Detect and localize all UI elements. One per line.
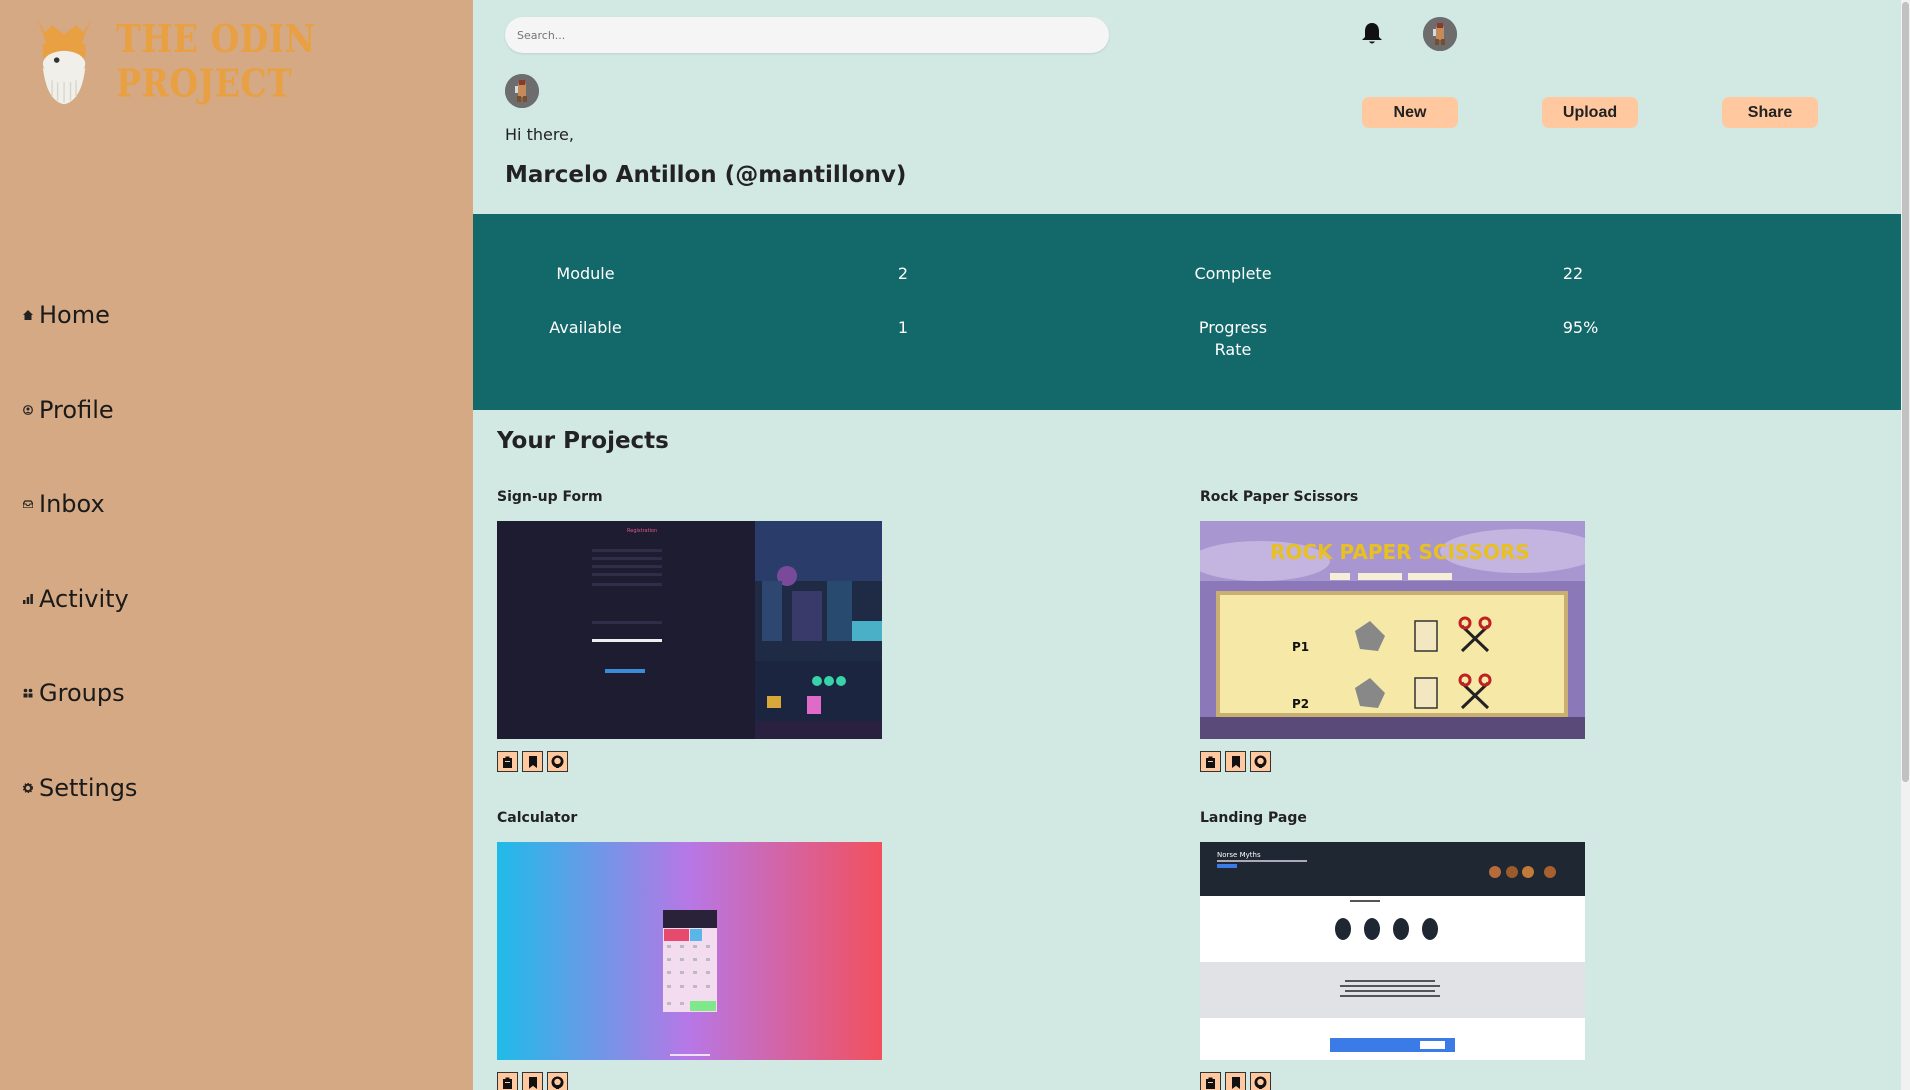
home-icon [22,309,34,321]
sidebar-item-label: Settings [39,773,138,802]
sidebar-item-activity[interactable]: Activity [22,552,137,647]
avatar-image-icon [505,74,539,108]
sidebar-item-label: Home [39,301,110,330]
sidebar-item-label: Activity [39,584,129,613]
github-button[interactable] [547,751,568,772]
rps-screenshot-icon: ROCK PAPER SCISSORS P1 P2 [1200,521,1585,739]
upload-button[interactable]: Upload [1542,97,1638,128]
search-input[interactable] [505,17,1109,53]
brand-name: THE ODIN PROJECT [116,16,316,106]
landing-page-screenshot-icon: Norse Myths [1200,842,1585,1060]
github-icon [551,1076,564,1089]
clipboard-icon [503,756,512,768]
stat-module-label: Module [556,264,615,283]
stat-progress-label: Progress Rate [1173,317,1293,361]
project-actions [497,1072,568,1090]
notification-bell-icon[interactable] [1361,21,1383,45]
sidebar: THE ODIN PROJECT Home Profile Inbox Acti… [0,0,473,1090]
bookmark-icon [1231,755,1240,768]
profile-icon [22,404,34,416]
svg-text:P1: P1 [1292,640,1309,654]
page-scrollbar[interactable] [1901,0,1910,1090]
odin-logo-icon [37,19,91,105]
project-title: Calculator [497,810,578,826]
project-thumbnail-calculator[interactable] [497,842,882,1060]
groups-icon [22,687,34,699]
sidebar-item-settings[interactable]: Settings [22,741,137,836]
new-button[interactable]: New [1362,97,1458,128]
project-thumbnail-landing-page[interactable]: Norse Myths [1200,842,1585,1060]
user-avatar[interactable] [505,74,539,108]
stat-available-value: 1 [897,318,909,337]
stat-complete-value: 22 [1562,264,1584,283]
bookmark-icon [528,755,537,768]
github-icon [1254,1076,1267,1089]
clipboard-button[interactable] [1200,1072,1221,1090]
bookmark-button[interactable] [522,1072,543,1090]
avatar-image-icon [1423,17,1457,51]
clipboard-button[interactable] [497,1072,518,1090]
sidebar-item-groups[interactable]: Groups [22,646,137,741]
github-button[interactable] [547,1072,568,1090]
header: Hi there, Marcelo Antillon (@mantillonv)… [473,0,1901,214]
bookmark-button[interactable] [1225,751,1246,772]
projects-title: Your Projects [497,428,669,454]
avatar[interactable] [1423,17,1457,51]
activity-icon [22,593,34,605]
inbox-icon [22,498,34,510]
stat-progress-value: 95% [1562,318,1599,337]
clipboard-button[interactable] [1200,751,1221,772]
sidebar-item-label: Groups [39,679,125,708]
github-button[interactable] [1250,751,1271,772]
project-title: Landing Page [1200,810,1307,826]
github-icon [1254,755,1267,768]
settings-icon [22,782,34,794]
greeting: Hi there, [505,125,574,144]
stat-complete-label: Complete [1194,264,1272,283]
stats-panel: Module 2 Available 1 22 Complete Progres… [473,214,1901,410]
project-thumbnail-signup-form[interactable]: Registration [497,521,882,739]
clipboard-icon [1206,756,1215,768]
sidebar-item-home[interactable]: Home [22,268,137,363]
stat-module-value: 2 [897,264,909,283]
logo[interactable]: THE ODIN PROJECT [30,12,473,110]
user-name: Marcelo Antillon (@mantillonv) [505,162,907,188]
sidebar-item-inbox[interactable]: Inbox [22,457,137,552]
signup-form-screenshot-icon: Registration [497,521,882,739]
github-button[interactable] [1250,1072,1271,1090]
bookmark-button[interactable] [522,751,543,772]
stat-progress-label-line1: Progress [1198,318,1268,337]
share-button[interactable]: Share [1722,97,1818,128]
bookmark-button[interactable] [1225,1072,1246,1090]
svg-text:Registration: Registration [627,528,657,534]
bookmark-icon [528,1076,537,1089]
project-title: Rock Paper Scissors [1200,489,1359,505]
bookmark-icon [1231,1076,1240,1089]
stat-progress-label-line2: Rate [1214,340,1252,359]
scrollbar-thumb[interactable] [1902,2,1909,782]
project-actions [1200,1072,1271,1090]
project-thumbnail-rock-paper-scissors[interactable]: ROCK PAPER SCISSORS P1 P2 [1200,521,1585,739]
calculator-screenshot-icon [497,842,882,1060]
clipboard-icon [1206,1077,1215,1089]
sidebar-item-label: Inbox [39,490,105,519]
github-icon [551,755,564,768]
sidebar-item-profile[interactable]: Profile [22,363,137,458]
svg-text:ROCK PAPER SCISSORS: ROCK PAPER SCISSORS [1270,540,1530,564]
svg-text:P2: P2 [1292,697,1309,711]
sidebar-item-label: Profile [39,395,114,424]
sidebar-nav: Home Profile Inbox Activity Groups Setti… [22,268,137,835]
project-actions [497,751,568,772]
clipboard-button[interactable] [497,751,518,772]
project-actions [1200,751,1271,772]
project-title: Sign-up Form [497,489,603,505]
svg-text:Norse Myths: Norse Myths [1217,851,1261,859]
clipboard-icon [503,1077,512,1089]
stat-available-label: Available [549,318,622,337]
